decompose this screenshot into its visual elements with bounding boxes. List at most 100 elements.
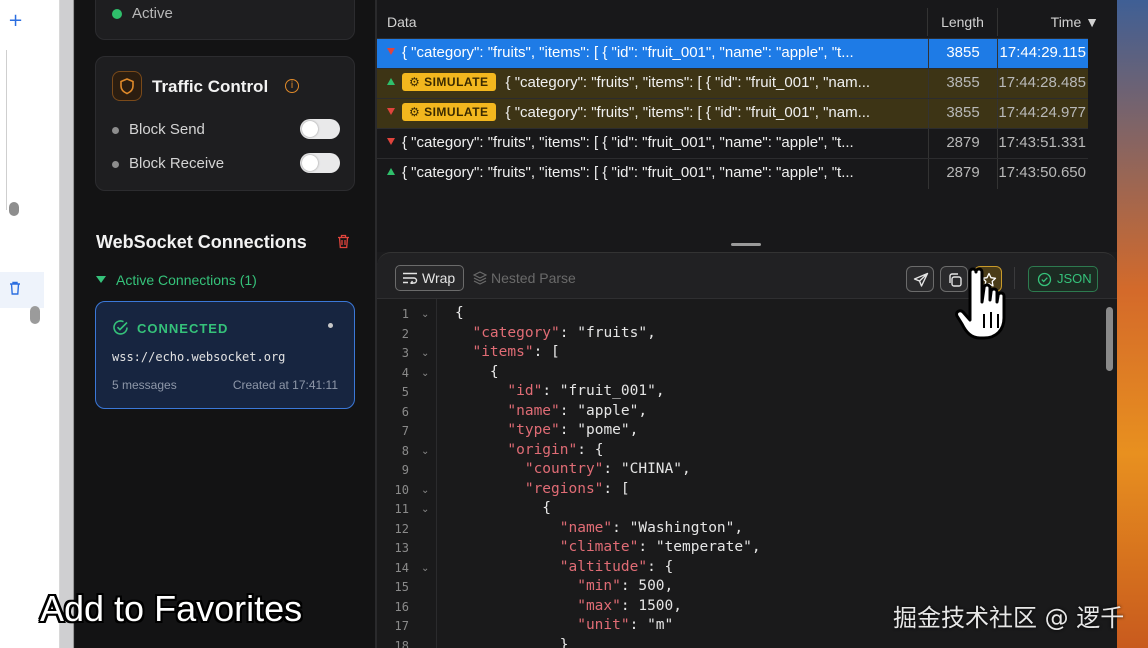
table-row[interactable]: ⚙ SIMULATE { "category": "fruits", "items… [377,68,1088,99]
cell-time: 17:44:28.485 [997,69,1088,99]
info-icon[interactable]: i [285,79,299,93]
trash-icon[interactable] [337,234,350,249]
trash-icon[interactable] [9,281,21,295]
code-scrollbar-thumb[interactable] [1106,307,1113,371]
line-number: 11 [394,502,409,516]
line-number: 5 [401,385,409,399]
wrap-button[interactable]: Wrap [395,265,465,291]
fold-chevron-icon[interactable]: ⌄ [421,563,429,574]
cell-time: 17:43:50.650 [997,159,1088,189]
menu-dot-icon[interactable] [328,323,333,328]
nested-parse-button[interactable]: Nested Parse [473,270,576,286]
code-viewer[interactable]: 1 ⌄ 2 3 ⌄ 4 ⌄ 5 6 7 8 ⌄ 9 10 ⌄ 11 ⌄ 12 13 14 ⌄ 15 16 17 18 { "ca… [377,299,1117,648]
simulate-badge: ⚙ SIMULATE [402,73,496,91]
status-dot [112,9,122,19]
fold-chevron-icon[interactable]: ⌄ [421,368,429,379]
code-line: { [455,363,499,380]
cell-data-text: { "category": "fruits", "items": [ { "id… [402,164,854,181]
fold-chevron-icon[interactable]: ⌄ [421,348,429,359]
hand-pointer-cursor-icon [955,267,1006,340]
messages-table: Data Length Time ▼ { "category": "fruits… [377,0,1117,252]
resize-handle[interactable] [731,243,761,246]
cell-data-text: { "category": "fruits", "items": [ { "id… [505,74,871,91]
block-receive-row: Block Receive [112,153,340,175]
block-receive-toggle[interactable] [300,153,340,173]
column-header-time[interactable]: Time ▼ [997,8,1107,36]
connection-sidebar: Active Traffic Control i Block Send Bloc… [75,0,375,648]
cell-length: 3855 [928,39,997,69]
line-number: 6 [401,404,409,419]
fold-chevron-icon[interactable]: ⌄ [421,504,429,515]
line-number: 9 [401,463,409,477]
cell-length: 2879 [928,159,997,189]
code-line: { [455,305,464,321]
code-line: } [455,636,569,648]
resend-button[interactable] [906,266,934,292]
column-header-length[interactable]: Length [927,8,997,36]
line-number: 12 [394,521,409,536]
fold-chevron-icon[interactable]: ⌄ [421,309,429,320]
table-row[interactable]: { "category": "fruits", "items": [ { "id… [377,158,1088,189]
websocket-connections-title: WebSocket Connections [96,232,307,252]
connection-status: CONNECTED [137,321,229,336]
block-send-row: Block Send [112,119,340,141]
send-icon [913,272,929,287]
code-line: "max": 1500, [577,597,682,614]
fold-chevron-icon[interactable]: ⌄ [421,446,429,457]
line-number: 2 [401,326,409,341]
line-number: 15 [394,580,409,594]
code-line: "min": 500, [577,578,674,594]
line-number: 10 [394,482,409,497]
wrap-icon [403,272,418,284]
cell-time: 17:44:24.977 [997,99,1088,129]
code-line: "category": "fruits", [472,324,656,341]
line-number: 3 [401,346,409,360]
json-format-button[interactable]: JSON [1028,266,1098,292]
check-circle-icon [1037,272,1052,287]
connection-url: wss://echo.websocket.org [112,350,286,364]
cell-data: { "category": "fruits", "items": [ { "id… [377,129,928,159]
scrollbar-thumb-secondary[interactable] [30,306,40,324]
created-at: Created at 17:41:11 [232,378,338,392]
message-count: 5 messages [112,378,177,392]
desktop-wallpaper-edge [1117,0,1148,648]
layers-icon [473,271,487,285]
traffic-control-card: Traffic Control i Block Send Block Recei… [95,56,355,191]
traffic-control-title: Traffic Control [152,77,269,96]
code-line: "regions": [ [524,480,630,497]
code-line: "name": "Washington", [559,519,744,536]
caret-down-icon [96,276,106,283]
tree-guide-line [6,50,7,210]
scrollbar-thumb[interactable] [9,202,19,216]
cell-data: { "category": "fruits", "items": [ { "id… [377,159,928,189]
code-line: "climate": "temperate", [559,539,761,555]
arrow-up-icon [387,78,395,85]
window-frame-edge [60,0,74,648]
cell-data-text: { "category": "fruits", "items": [ { "id… [402,134,854,151]
cell-length: 3855 [928,99,997,129]
shield-icon-box [112,71,142,101]
column-header-data[interactable]: Data [387,8,417,36]
bullet-dot [112,127,119,134]
fold-chevron-icon[interactable]: ⌄ [421,485,429,496]
check-circle-icon [113,320,128,335]
delete-item-row[interactable] [0,272,44,308]
code-line: "country": "CHINA", [524,461,691,477]
active-connections-toggle[interactable]: Active Connections (1) [96,272,257,288]
block-send-toggle[interactable] [300,119,340,139]
wrap-label: Wrap [422,270,456,286]
video-caption: Add to Favorites [40,588,303,629]
cell-data-text: { "category": "fruits", "items": [ { "id… [402,44,854,61]
status-card: Active [95,0,355,40]
table-row[interactable]: { "category": "fruits", "items": [ { "id… [377,38,1088,69]
line-number: 8 [401,443,409,458]
line-number: 4 [401,365,409,380]
plus-icon[interactable]: + [8,10,23,31]
table-row[interactable]: { "category": "fruits", "items": [ { "id… [377,128,1088,159]
cell-data-text: { "category": "fruits", "items": [ { "id… [505,104,871,121]
code-line: "name": "apple", [507,402,648,419]
cell-time: 17:43:51.331 [997,129,1088,159]
table-row[interactable]: ⚙ SIMULATE { "category": "fruits", "items… [377,98,1088,129]
connection-card[interactable]: CONNECTED wss://echo.websocket.org 5 mes… [95,301,355,409]
line-number: 14 [394,560,409,575]
